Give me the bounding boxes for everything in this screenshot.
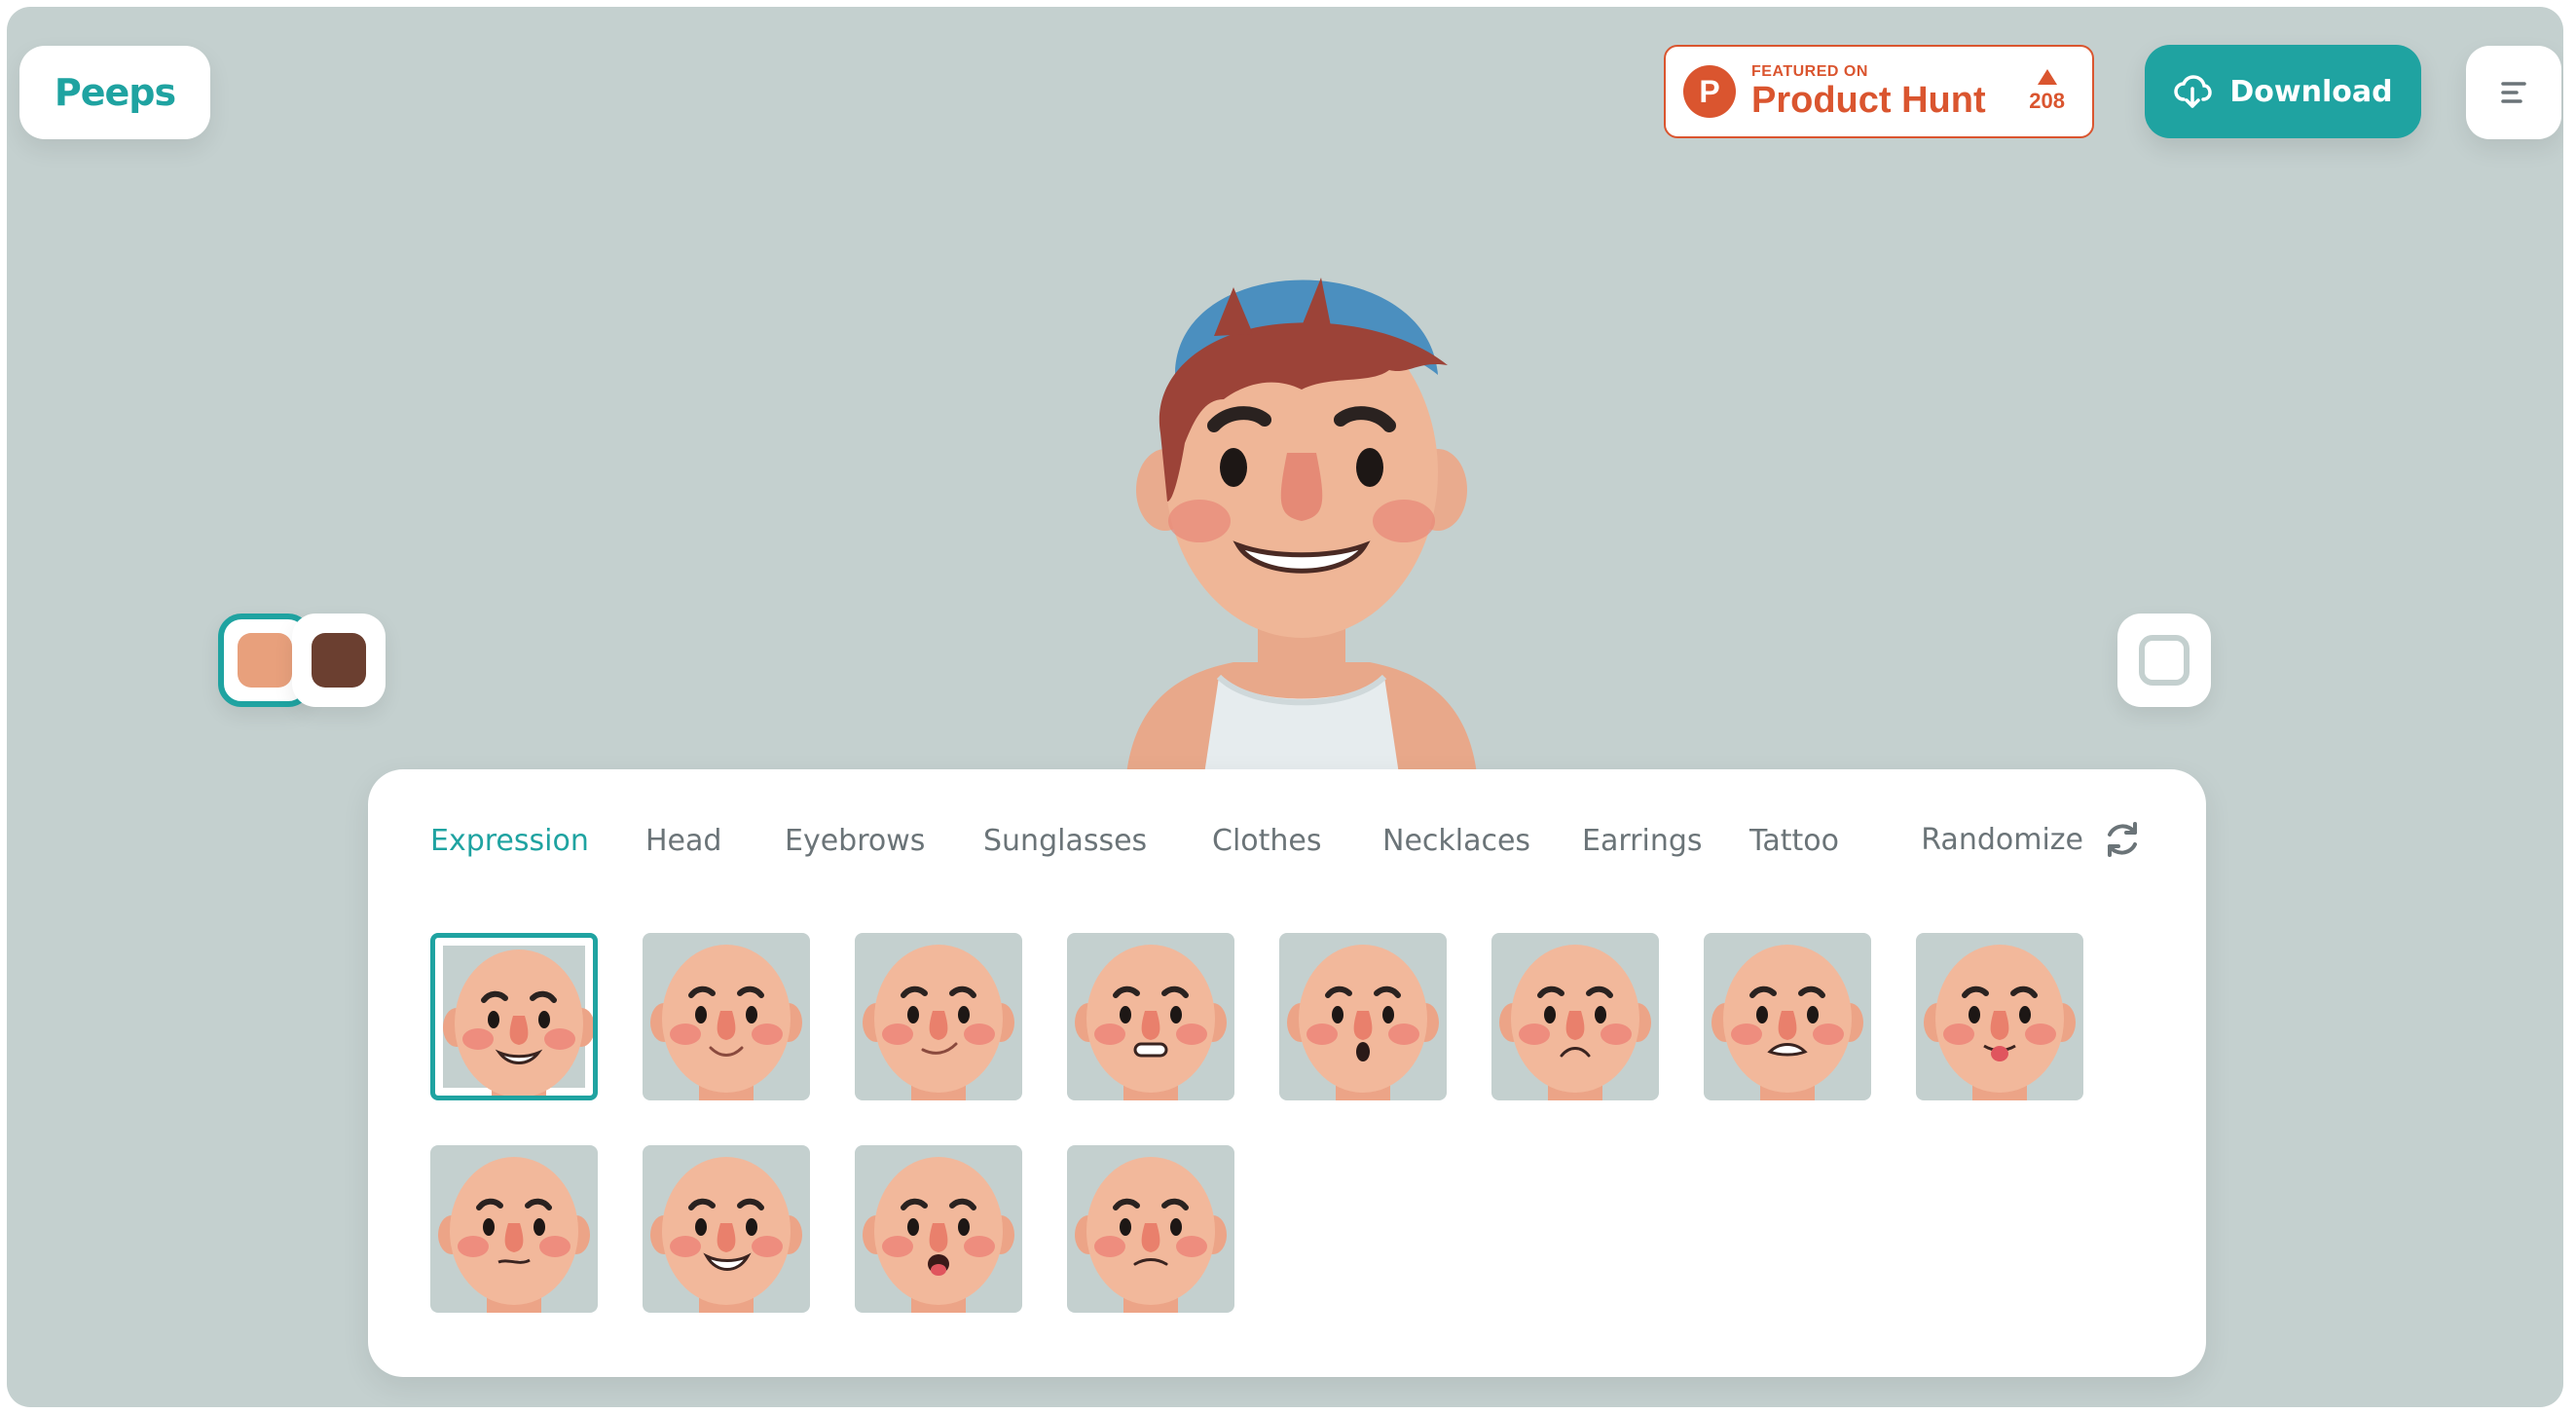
tab-tattoo[interactable]: Tattoo bbox=[1749, 824, 1839, 858]
expression-face-icon bbox=[438, 1157, 590, 1313]
avatar-preview bbox=[1126, 278, 1477, 774]
app-canvas: Peeps P FEATURED ON Product Hunt 208 Dow… bbox=[7, 7, 2563, 1407]
refresh-icon bbox=[2108, 822, 2137, 857]
skin-tone-dark-chip bbox=[312, 633, 366, 688]
tab-necklaces[interactable]: Necklaces bbox=[1382, 824, 1530, 858]
logo-text: Peeps bbox=[54, 71, 176, 114]
tab-earrings[interactable]: Earrings bbox=[1582, 824, 1703, 858]
product-hunt-logo-icon: P bbox=[1683, 65, 1736, 118]
tab-expression[interactable]: Expression bbox=[430, 824, 589, 858]
expression-option-grin[interactable] bbox=[430, 933, 598, 1100]
tab-head[interactable]: Head bbox=[645, 824, 721, 858]
expression-face-icon bbox=[1075, 1157, 1227, 1313]
randomize-label: Randomize bbox=[1921, 822, 2083, 857]
menu-icon bbox=[2501, 82, 2526, 103]
expression-face-icon bbox=[1499, 945, 1651, 1100]
expression-option-nervous[interactable] bbox=[430, 1145, 598, 1313]
tab-sunglasses[interactable]: Sunglasses bbox=[983, 824, 1147, 858]
category-tabs: Expression Head Eyebrows Sunglasses Clot… bbox=[430, 822, 2144, 871]
randomize-button[interactable]: Randomize bbox=[1921, 818, 2144, 861]
expression-face-icon bbox=[650, 1157, 802, 1313]
product-hunt-badge[interactable]: P FEATURED ON Product Hunt 208 bbox=[1664, 45, 2094, 138]
expression-option-smirk[interactable] bbox=[855, 933, 1022, 1100]
expression-option-surprised[interactable] bbox=[1279, 933, 1447, 1100]
expression-option-tongue-open[interactable] bbox=[855, 1145, 1022, 1313]
expression-face-icon bbox=[1287, 945, 1439, 1100]
expression-face-icon bbox=[1075, 945, 1227, 1100]
product-hunt-featured-label: FEATURED ON bbox=[1751, 63, 1868, 80]
download-button[interactable]: Download bbox=[2145, 45, 2421, 138]
tab-clothes[interactable]: Clothes bbox=[1212, 824, 1322, 858]
customize-panel: Expression Head Eyebrows Sunglasses Clot… bbox=[368, 769, 2206, 1377]
tab-eyebrows[interactable]: Eyebrows bbox=[785, 824, 925, 858]
expression-face-icon bbox=[863, 1157, 1014, 1313]
expression-option-clenched[interactable] bbox=[1704, 933, 1871, 1100]
menu-button[interactable] bbox=[2466, 46, 2561, 139]
skin-tone-dark-swatch[interactable] bbox=[292, 614, 386, 707]
upvote-triangle-icon bbox=[2037, 69, 2057, 85]
product-hunt-votes: 208 bbox=[2029, 89, 2065, 113]
skin-tone-light-chip bbox=[238, 633, 292, 688]
expression-option-smile[interactable] bbox=[643, 933, 810, 1100]
product-hunt-name: Product Hunt bbox=[1751, 80, 1986, 121]
expression-option-tongue[interactable] bbox=[1916, 933, 2083, 1100]
expression-face-icon bbox=[863, 945, 1014, 1100]
square-outline-icon bbox=[2139, 635, 2190, 686]
expression-option-flat[interactable] bbox=[1067, 1145, 1234, 1313]
expression-option-grimace[interactable] bbox=[1067, 933, 1234, 1100]
expression-face-icon bbox=[1924, 945, 2076, 1100]
expression-face-icon bbox=[1711, 945, 1863, 1100]
app-logo[interactable]: Peeps bbox=[19, 46, 210, 139]
expression-face-icon bbox=[443, 946, 593, 1096]
background-toggle-button[interactable] bbox=[2117, 614, 2211, 707]
expression-face-icon bbox=[650, 945, 802, 1100]
cloud-download-icon bbox=[2174, 75, 2213, 108]
expression-option-frown[interactable] bbox=[1491, 933, 1659, 1100]
download-label: Download bbox=[2229, 74, 2393, 109]
expression-option-big-grin[interactable] bbox=[643, 1145, 810, 1313]
